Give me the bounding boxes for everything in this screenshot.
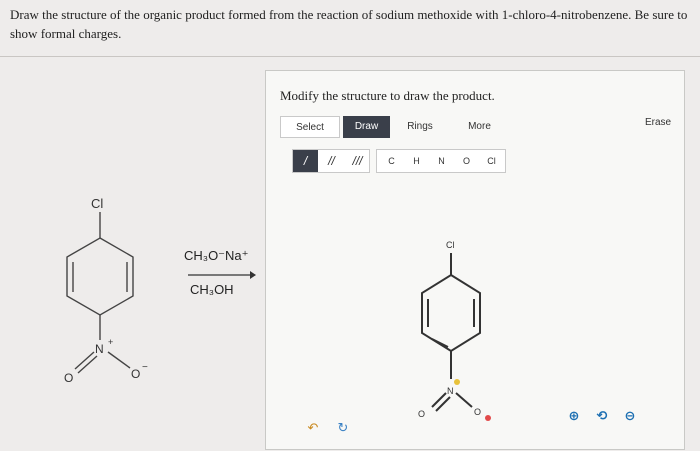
- reset-icon[interactable]: ⟲: [590, 405, 614, 429]
- reagent-base: CH₃O⁻Na⁺: [184, 248, 249, 263]
- zoom-out-icon[interactable]: ⊖: [618, 405, 642, 429]
- n-o-single-bond: [107, 351, 131, 369]
- undo-icon[interactable]: ↶: [304, 420, 322, 438]
- redo-icon[interactable]: ↻: [334, 420, 352, 438]
- reactant-cl-label: Cl: [91, 196, 103, 211]
- reactant-o2-label: O: [131, 367, 140, 381]
- canvas-n-o-single-bond: [455, 392, 473, 408]
- reactant-n-charge: +: [108, 337, 113, 347]
- canvas-o2-label: O: [474, 407, 481, 417]
- canvas-benzene-ring: [421, 273, 481, 353]
- structure-editor-panel: Modify the structure to draw the product…: [265, 70, 685, 450]
- reactant-o1-label: O: [64, 371, 73, 385]
- benzene-ring: [66, 237, 134, 316]
- reactant-o2-charge: −: [142, 362, 148, 373]
- drawing-canvas[interactable]: Cl N O O: [266, 71, 686, 451]
- reactant-n-label: N: [95, 342, 104, 356]
- canvas-n-label: N: [447, 386, 454, 396]
- n-charge-marker: [454, 379, 460, 385]
- zoom-controls: ⊕ ⟲ ⊖: [562, 405, 646, 431]
- reagent-solvent: CH₃OH: [190, 282, 234, 297]
- canvas-o1-label: O: [418, 409, 425, 419]
- o-charge-marker: [485, 415, 491, 421]
- canvas-n-o-double-bond: [431, 392, 447, 408]
- arrow-head: [250, 271, 256, 279]
- zoom-in-icon[interactable]: ⊕: [562, 405, 586, 429]
- canvas-cl-label: Cl: [446, 240, 455, 250]
